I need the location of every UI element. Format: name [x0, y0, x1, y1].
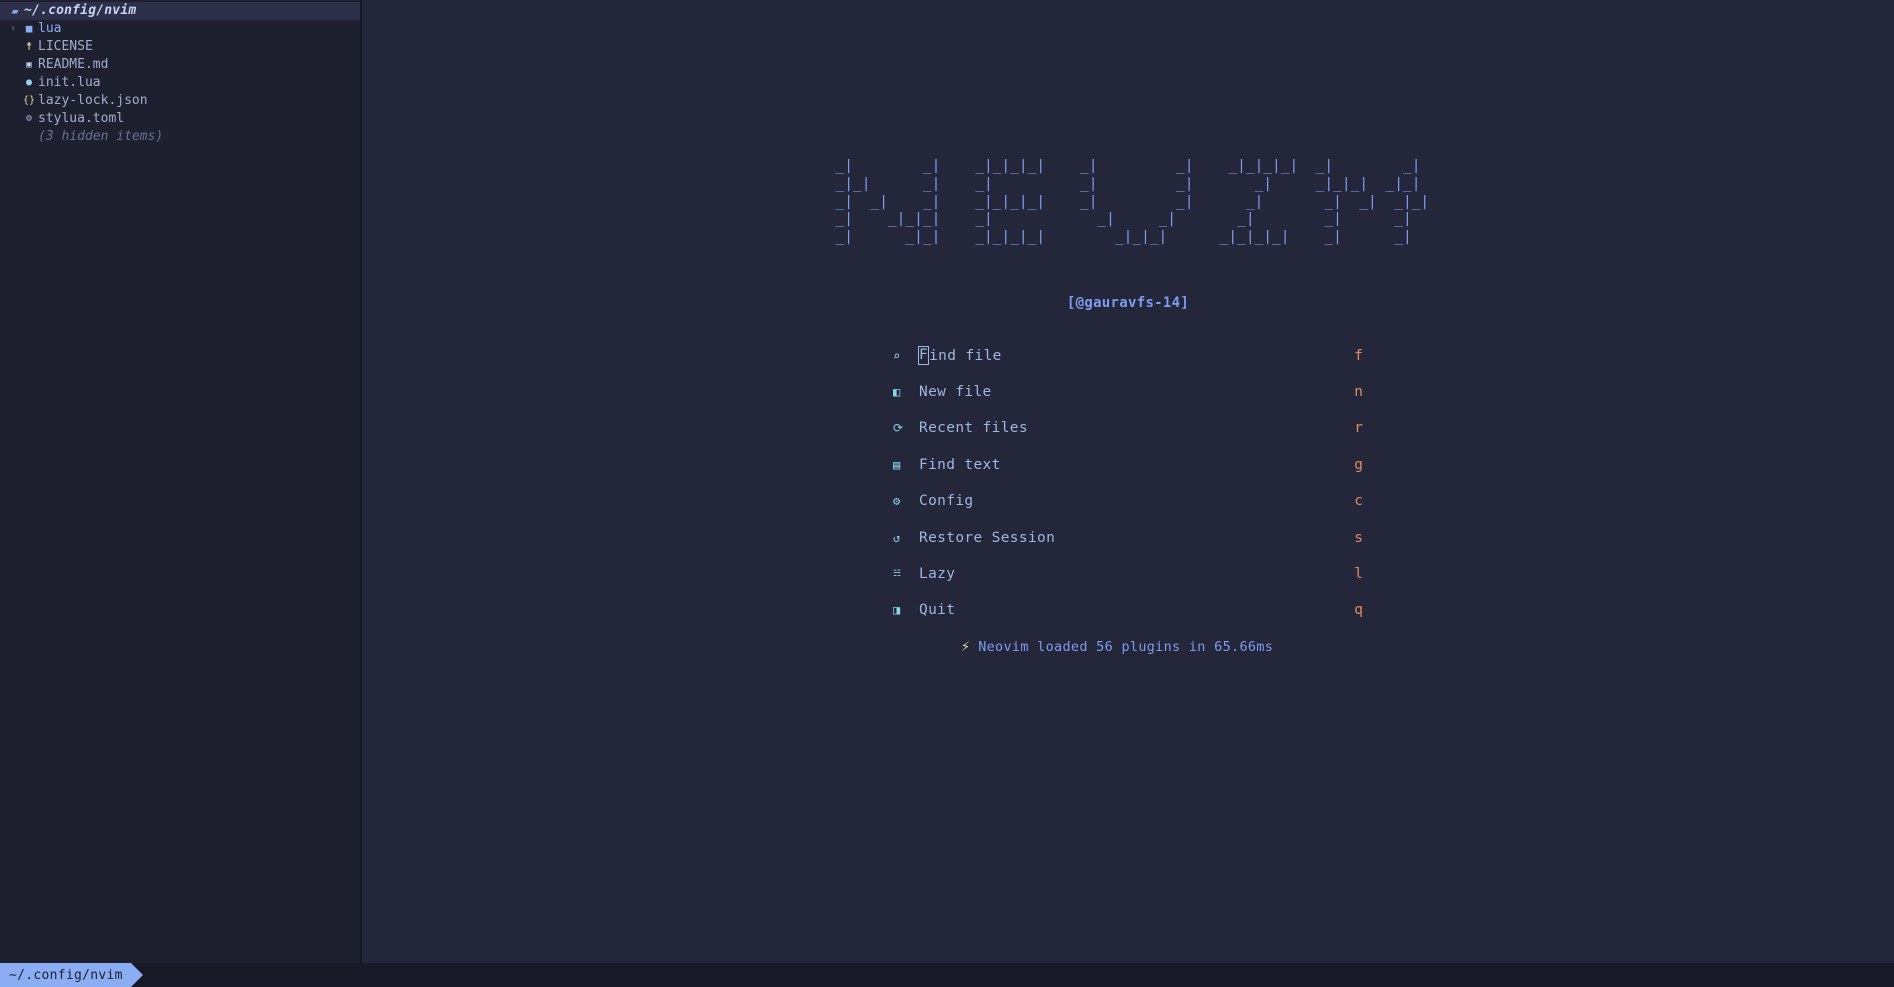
menu-item-quit[interactable]: ◨ Quit q [893, 592, 1363, 628]
tree-item-label: lua [38, 21, 62, 36]
lightning-bolt-icon: ⚡ [960, 637, 971, 656]
explorer-root-row[interactable]: ▰ ~/.config/nvim [0, 2, 360, 20]
menu-item-shortcut: n [1354, 384, 1363, 401]
json-icon: {} [22, 95, 36, 106]
block-cursor: F [918, 346, 930, 366]
markdown-icon: ▣ [26, 60, 32, 70]
menu-item-label: New file [919, 384, 992, 401]
hidden-items-note: (3 hidden items) [0, 128, 360, 146]
folder-icon: ■ [25, 22, 33, 35]
tree-item-lua[interactable]: › ■ lua [0, 20, 360, 38]
menu-item-label: Recent files [919, 420, 1028, 437]
tree-item-label: init.lua [38, 75, 101, 90]
chevron-right-icon[interactable]: › [6, 20, 20, 38]
tree-item-readme[interactable]: ▣ README.md [0, 56, 360, 74]
explorer-root-path: ~/.config/nvim [24, 3, 137, 18]
editor-area[interactable]: _| _| _|_|_|_| _| _| _|_|_|_| _| _| _|_|… [362, 0, 1894, 963]
menu-item-label: Restore Session [919, 529, 1056, 546]
menu-item-shortcut: s [1354, 529, 1363, 546]
powerline-chevron-icon [130, 963, 143, 987]
lua-icon: ● [25, 77, 33, 88]
menu-item-recent-files[interactable]: ⟳ Recent files r [893, 410, 1363, 446]
dashboard-username: [@gauravfs-14] [1066, 295, 1190, 312]
tree-item-label: README.md [38, 57, 109, 72]
hidden-items-label: (3 hidden items) [38, 129, 164, 144]
key-icon: ☨ [25, 40, 33, 53]
menu-item-label: Lazy [919, 566, 956, 583]
statusline-path-label: ~/.config/nvim [9, 967, 123, 983]
statusline-path-segment[interactable]: ~/.config/nvim [0, 963, 143, 987]
statusline-pane-divider [362, 963, 364, 987]
menu-item-find-file[interactable]: ⌕ Find file f [893, 337, 1363, 373]
tree-item-label: lazy-lock.json [38, 93, 148, 108]
menu-item-config[interactable]: ⚙ Config c [893, 483, 1363, 519]
tree-item-init-lua[interactable]: ● init.lua [0, 74, 360, 92]
folder-open-icon: ▰ [11, 4, 19, 18]
menu-item-label: Find file [918, 346, 1347, 366]
tree-item-label: stylua.toml [38, 111, 125, 126]
menu-item-find-text[interactable]: ▤ Find text g [893, 447, 1363, 483]
menu-item-shortcut: c [1354, 493, 1363, 510]
statusline: ~/.config/nvim [0, 963, 1894, 987]
dashboard: _| _| _|_|_|_| _| _| _|_|_|_| _| _| _|_|… [362, 0, 1894, 655]
startup-stats-label: Neovim loaded 56 plugins in 65.66ms [978, 638, 1274, 655]
menu-item-label: Quit [919, 602, 956, 619]
tree-item-label: LICENSE [38, 39, 93, 54]
neovim-ascii-logo: _| _| _|_|_|_| _| _| _|_|_|_| _| _| _|_|… [835, 158, 1430, 246]
menu-item-restore-session[interactable]: ↺ Restore Session s [893, 519, 1363, 555]
menu-item-new-file[interactable]: ◧ New file n [893, 374, 1363, 410]
tree-item-stylua-toml[interactable]: ⚙ stylua.toml [0, 110, 360, 128]
restore-icon: ↺ [893, 530, 901, 545]
dashboard-footer: ⚡ Neovim loaded 56 plugins in 65.66ms [961, 639, 1273, 655]
gear-icon: ⚙ [25, 113, 33, 124]
menu-item-shortcut: g [1354, 456, 1363, 473]
menu-item-label-rest: ind file [929, 347, 1002, 364]
neovim-window: ▰ ~/.config/nvim › ■ lua ☨ LICENSE ▣ REA… [0, 0, 1894, 987]
menu-item-label: Config [919, 493, 974, 510]
search-icon: ⌕ [893, 348, 901, 363]
menu-item-shortcut: l [1354, 566, 1363, 583]
dashboard-menu: ⌕ Find file f ◧ New file n ⟳ Recent file… [893, 337, 1363, 628]
statusline-filler [130, 963, 1894, 987]
tree-item-license[interactable]: ☨ LICENSE [0, 38, 360, 56]
menu-item-shortcut: q [1354, 602, 1363, 619]
text-icon: ▤ [893, 457, 901, 472]
lazy-icon: ☵ [893, 568, 902, 579]
menu-item-shortcut: f [1354, 347, 1363, 364]
menu-item-label: Find text [919, 456, 1001, 473]
tree-item-lazy-lock[interactable]: {} lazy-lock.json [0, 92, 360, 110]
menu-item-shortcut: r [1354, 420, 1363, 437]
menu-item-lazy[interactable]: ☵ Lazy l [893, 556, 1363, 592]
history-icon: ⟳ [893, 421, 904, 436]
workspace: ▰ ~/.config/nvim › ■ lua ☨ LICENSE ▣ REA… [0, 0, 1894, 963]
gear-icon: ⚙ [893, 494, 901, 509]
file-icon: ◧ [893, 385, 901, 400]
file-explorer-sidebar[interactable]: ▰ ~/.config/nvim › ■ lua ☨ LICENSE ▣ REA… [0, 0, 362, 963]
exit-icon: ◨ [893, 603, 901, 618]
